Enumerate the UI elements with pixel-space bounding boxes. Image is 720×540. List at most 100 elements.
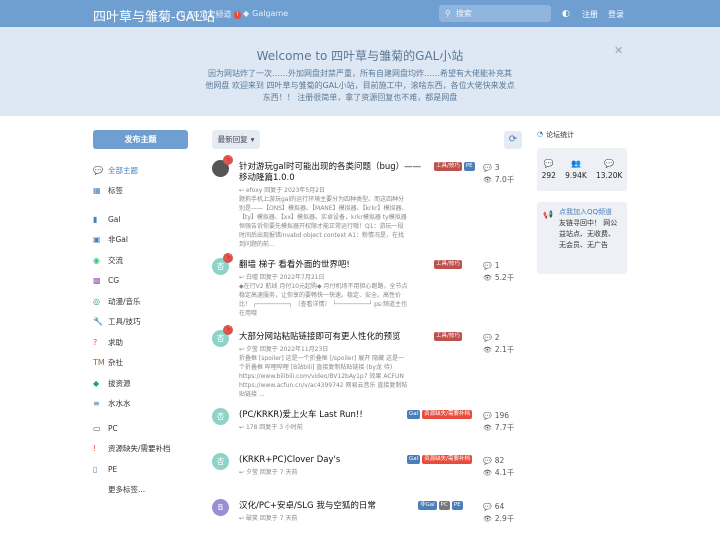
sidebar-item[interactable]: 更多标签... [93,480,188,501]
right-sidebar: ◔ 论坛统计 💬 292 👥 9.94K 💬 13.20K 📢 点我加入QQ频道 友链寻回… [537,130,627,274]
post-topic-button[interactable]: 发布主题 [93,130,188,149]
sidebar-item[interactable]: ◎ 动漫/音乐 [93,291,188,312]
sidebar-item-icon: ▦ [93,186,101,196]
topic-title[interactable]: (KRKR+PC)Clover Day's [239,455,429,466]
avatar[interactable]: B [212,499,229,516]
topic-tags: 非Gal PC PE [418,501,463,510]
reply-icon: ↩ [239,187,246,194]
reply-icon: ↩ [239,274,246,281]
topic-title[interactable]: 翻墙 梯子 看看外面的世界吧! [239,260,429,271]
sidebar-item[interactable]: ▩ CG [93,271,188,292]
sidebar-item[interactable]: ◆ 拔资源 [93,373,188,394]
sort-dropdown[interactable]: 最新回复 ▾ [212,130,260,149]
topic-tags: 工具/技巧 [434,260,462,269]
sidebar-item-label: PE [108,464,118,474]
sidebar-item[interactable]: ▯ PE [93,459,188,480]
topic-meta-text: efoxy 回复于 2023年5月2日 [245,187,326,194]
avatar[interactable]: 杏 [212,408,229,425]
stats-icon: ◔ [537,130,544,138]
comment-icon: 💬 [483,457,492,465]
sidebar: 发布主题 💬 全部主题 ▦ 标签 ▮ Gal ▣ 非Gal ◉ 交流 ▩ CG ◎ 动漫/音乐 🔧 工具/技巧… [93,130,188,504]
sidebar-item[interactable]: 🔧 工具/技巧 [93,312,188,333]
sidebar-item[interactable]: ▮ Gal [93,209,188,230]
eye-icon: 👁 [483,469,492,477]
welcome-hero: Welcome to 四叶草与雏菊的GAL小站 因为网站炸了一次……外加网盘封禁… [0,27,720,116]
theme-toggle-icon[interactable]: ◐ [562,9,570,19]
tag-badge[interactable]: 工具/技巧 [434,162,462,171]
sidebar-item[interactable]: ! 资源缺失/需要补档 [93,439,188,460]
topic-stats: 💬 64 👁 2.9千 [483,501,523,525]
sidebar-item-label: 全部主题 [108,165,138,175]
tag-badge[interactable]: Gal [407,410,421,419]
tag-badge[interactable]: 非Gal [418,501,437,510]
sidebar-item-icon: ≡ [93,399,100,409]
tag-badge[interactable]: PC [438,501,450,510]
topic-title[interactable]: 汉化/PC+安卓/SLG 我与空狐的日常 [239,501,429,512]
refresh-button[interactable]: ⟳ [504,131,522,149]
avatar[interactable]: 杏 [212,453,229,470]
tag-badge[interactable]: PE [463,162,475,171]
sidebar-item[interactable]: ≡ 水水水 [93,394,188,415]
view-count-value: 7.0千 [494,175,515,184]
sidebar-item[interactable]: ▭ PC [93,418,188,439]
view-count: 👁 5.2千 [483,272,523,284]
topic-title[interactable]: 针对游玩gal时可能出现的各类问题（bug）——移动隆篇1.0.0 [239,162,429,184]
reply-count-value: 1 [494,261,500,270]
nav-galgame[interactable]: ◆ Galgame [243,9,288,18]
login-link[interactable]: 登录 [608,9,624,20]
sidebar-item[interactable]: ◉ 交流 [93,250,188,271]
search-input[interactable]: ⚲ 搜索 [439,5,551,22]
reply-icon: ↩ [239,469,246,476]
stat-item: 💬 13.20K [596,159,622,180]
eye-icon: 👁 [483,274,492,282]
top-header: 四叶草与雏菊-GAL站 TG TG定定频道 ! ◆ Galgame ⚲ 搜索 ◐… [0,0,720,27]
reply-icon: ↩ [239,515,246,522]
topic-stats: 💬 196 👁 7.7千 [483,410,523,434]
view-count: 👁 2.1千 [483,344,523,356]
topic-title[interactable]: 大部分网站粘贴链接即可有更人性化的预览 [239,332,429,343]
sidebar-item[interactable]: ▣ 非Gal [93,230,188,251]
eye-icon: 👁 [483,346,492,354]
sidebar-item[interactable]: ▦ 标签 [93,181,188,202]
tag-badge[interactable]: 工具/技巧 [434,260,462,269]
reply-count-value: 2 [494,333,500,342]
tag-badge[interactable]: 资源缺失/需要补档 [422,455,473,464]
tag-badge[interactable]: Gal [407,455,421,464]
sidebar-item-icon: 🔧 [93,317,103,327]
sidebar-item[interactable]: ? 求助 [93,332,188,353]
stat-item: 💬 292 [542,159,556,180]
nav-tg-badge: ! [234,10,241,19]
sidebar-item[interactable]: 💬 全部主题 [93,160,188,181]
close-icon[interactable]: ✕ [614,44,623,57]
topic-tags: Gal 资源缺失/需要补档 [407,455,473,464]
view-count-value: 7.7千 [494,423,515,432]
nav-tg-channel[interactable]: TG TG定定频道 ! [177,9,241,20]
topic-meta: ↩ 破笑 回复于 7 天前 [239,513,297,522]
forum-stats-title: 论坛统计 [546,131,575,139]
topic-title[interactable]: (PC/KRKR)爱上火车 Last Run!! [239,410,429,421]
topic-stats: 💬 82 👁 4.1千 [483,455,523,479]
sidebar-item-icon: ▭ [93,423,101,433]
comment-icon: 💬 [483,334,492,342]
sidebar-item[interactable]: TM 杂社 [93,353,188,374]
stat-value: 9.94K [565,171,587,180]
tag-icon: ◆ [243,9,250,18]
topic-meta-text: 破笑 回复于 7 天前 [245,515,298,522]
reply-count: 💬 1 [483,260,523,272]
sidebar-item-icon: ▩ [93,276,101,286]
tag-badge[interactable]: PE [451,501,463,510]
view-count-value: 2.1千 [494,345,515,354]
register-link[interactable]: 注册 [582,9,598,20]
topic-excerpt: 折叠框 [spoiler] 这是一个折叠框 [/spoiler] 展开 隐藏 这… [239,355,408,398]
channel-icon: TG [177,11,186,18]
stat-value: 13.20K [596,171,623,180]
tag-badge[interactable]: 工具/技巧 [434,332,462,341]
eye-icon: 👁 [483,424,492,432]
qq-channel-link[interactable]: 点我加入QQ频道 [559,208,612,216]
topic-meta: ↩ 178 回复于 3 小时前 [239,422,303,431]
topic-meta: ↩ 夕莹 回复于 7 天前 [239,467,297,476]
sidebar-item-label: 更多标签... [108,485,146,495]
stat-item: 👥 9.94K [565,159,587,180]
tag-badge[interactable]: 资源缺失/需要补档 [422,410,473,419]
sidebar-item-icon: TM [93,358,105,368]
